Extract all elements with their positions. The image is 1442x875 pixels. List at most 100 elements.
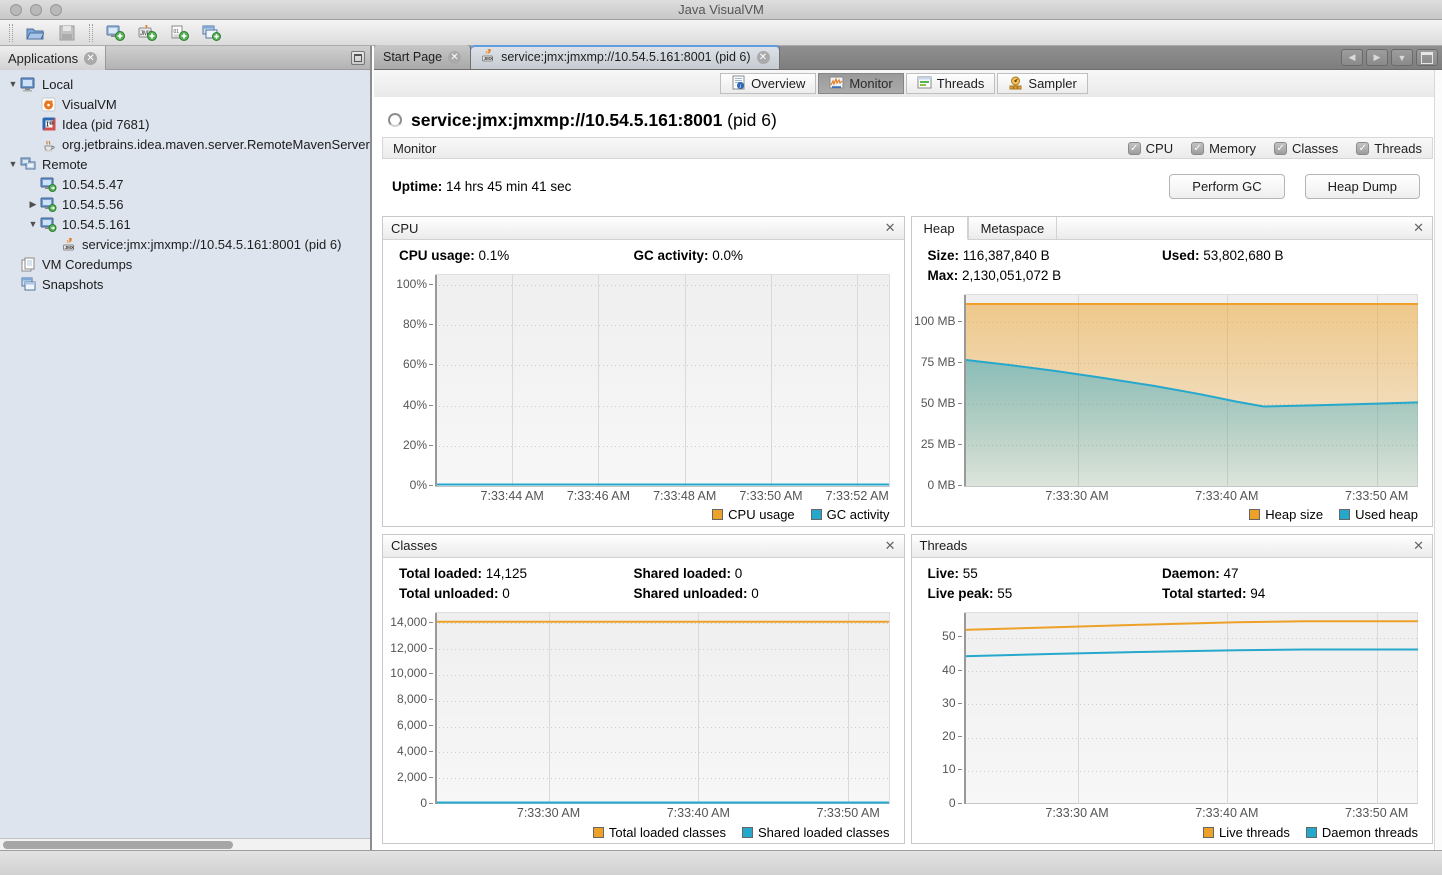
expander-icon[interactable]: ▶ — [26, 199, 40, 210]
applications-tab-label: Applications — [8, 50, 79, 66]
maximize-view-button[interactable] — [1416, 49, 1438, 66]
uptime-text: Uptime: 14 hrs 45 min 41 sec — [392, 179, 571, 194]
applications-tab[interactable]: Applications ✕ — [0, 46, 107, 70]
scroll-tabs-left-button[interactable]: ◀ — [1341, 49, 1363, 66]
checked-checkbox-icon: ✓ — [1356, 141, 1370, 155]
stat-value: Size: 116,387,840 B — [927, 248, 1050, 263]
document-tab-row: Start Page ✕ JMX service:jmx:jmxmp://10.… — [374, 45, 1442, 70]
tree-item[interactable]: Idea (pid 7681) — [0, 114, 370, 134]
x-axis-tick-label: 7:33:52 AM — [825, 488, 889, 503]
tree-item[interactable]: ▶ 10.54.5.56 — [0, 194, 370, 214]
tree-item-label: 10.54.5.161 — [62, 216, 131, 232]
y-axis-tick-label: 60% — [402, 357, 434, 372]
tree-item[interactable]: ▼ 10.54.5.161 — [0, 214, 370, 234]
save-snapshot-button[interactable] — [54, 22, 80, 44]
tree-item[interactable]: Snapshots — [0, 274, 370, 294]
load-snapshot-button[interactable] — [22, 22, 48, 44]
toolbar-grip — [9, 23, 13, 42]
threads-legend: Live threads Daemon threads — [912, 821, 1418, 843]
y-axis-tick-label: 80% — [402, 317, 434, 332]
checkbox-cpu[interactable]: ✓ CPU — [1127, 141, 1173, 156]
y-axis-tick-label: 50 — [942, 629, 963, 644]
main-toolbar: JMX 01 — [0, 20, 1442, 46]
subtab-threads[interactable]: Threads — [905, 73, 996, 94]
tree-item[interactable]: VM Coredumps — [0, 254, 370, 274]
tab-jmx-session[interactable]: JMX service:jmx:jmxmp://10.54.5.161:8001… — [471, 45, 780, 69]
uptime-label: Uptime: — [392, 178, 443, 194]
scrollbar-thumb[interactable] — [3, 841, 233, 849]
legend-swatch-icon — [1203, 826, 1215, 838]
close-icon[interactable]: ✕ — [885, 538, 896, 554]
cpu-panel: CPU ✕ CPU usage: 0.1% GC activity: 0.0% 1… — [382, 216, 905, 527]
tree-item[interactable]: ▼ Remote — [0, 154, 370, 174]
scroll-tabs-right-button[interactable]: ▶ — [1366, 49, 1388, 66]
tree-item[interactable]: org.jetbrains.idea.maven.server.RemoteMa… — [0, 134, 370, 154]
x-axis-tick-label: 7:33:50 AM — [1345, 488, 1409, 503]
y-axis-tick-label: 0% — [409, 478, 434, 492]
close-icon[interactable]: ✕ — [1413, 538, 1424, 554]
close-icon[interactable]: ✕ — [1413, 220, 1432, 236]
cpu-stats: CPU usage: 0.1% GC activity: 0.0% — [383, 240, 904, 272]
stat-value: Shared unloaded: 0 — [633, 585, 759, 601]
heap-dump-button[interactable]: Heap Dump — [1304, 173, 1420, 199]
y-axis-tick-label: 0 — [420, 795, 433, 810]
host-icon — [40, 216, 57, 232]
perform-gc-button[interactable]: Perform GC — [1169, 173, 1285, 199]
classes-panel-header: Classes ✕ — [383, 534, 904, 558]
tab-heap[interactable]: Heap — [911, 217, 968, 240]
tree-item-label: service:jmx:jmxmp://10.54.5.161:8001 (pi… — [82, 236, 342, 252]
content-vertical-scrollbar[interactable] — [1434, 70, 1442, 850]
close-icon[interactable]: ✕ — [84, 51, 98, 65]
tree-item[interactable]: ▼ Local — [0, 74, 370, 94]
x-axis-tick-label: 7:33:50 AM — [1345, 806, 1409, 820]
x-axis-tick-label: 7:33:40 AM — [1195, 806, 1259, 820]
expander-icon[interactable]: ▼ — [6, 159, 20, 169]
legend-swatch-icon — [712, 509, 724, 520]
checked-checkbox-icon: ✓ — [1127, 141, 1141, 155]
checkbox-label: Classes — [1292, 140, 1339, 156]
checkbox-threads[interactable]: ✓ Threads — [1356, 141, 1422, 156]
close-icon[interactable]: ✕ — [885, 220, 896, 236]
checkbox-classes[interactable]: ✓ Classes — [1274, 141, 1338, 156]
add-jmx-connection-button[interactable]: JMX — [134, 22, 160, 44]
checked-checkbox-icon: ✓ — [1274, 141, 1288, 155]
add-remote-host-button[interactable] — [102, 22, 128, 44]
legend-item: Total loaded classes — [592, 825, 726, 840]
page-title-address: service:jmx:jmxmp://10.54.5.161:8001 — [411, 109, 723, 130]
tab-metaspace[interactable]: Metaspace — [967, 216, 1058, 240]
sidebar-horizontal-scrollbar[interactable] — [0, 838, 370, 850]
minimize-sidebar-button[interactable] — [351, 51, 365, 65]
coredumps-icon — [20, 256, 37, 272]
tab-start-page[interactable]: Start Page ✕ — [374, 45, 472, 69]
subtab-overview[interactable]: i Overview — [720, 73, 817, 94]
tree-item[interactable]: 10.54.5.47 — [0, 174, 370, 194]
add-snapshot-button[interactable] — [198, 22, 224, 44]
threads-chart — [963, 611, 1418, 804]
stat-value: GC activity: 0.0% — [633, 248, 744, 263]
subtab-monitor[interactable]: Monitor — [818, 73, 904, 94]
overview-icon: i — [731, 75, 746, 93]
close-icon[interactable]: ✕ — [756, 50, 770, 64]
add-vm-coredump-button[interactable]: 01 — [166, 22, 192, 44]
page-title: service:jmx:jmxmp://10.54.5.161:8001 (pi… — [411, 110, 777, 131]
tree-item-label: 10.54.5.56 — [62, 196, 124, 212]
checkbox-memory[interactable]: ✓ Memory — [1191, 141, 1256, 156]
idea-icon — [40, 116, 57, 132]
y-axis-tick-label: 75 MB — [920, 355, 962, 370]
close-icon[interactable]: ✕ — [448, 50, 462, 64]
tree-item[interactable]: VisualVM — [0, 94, 370, 114]
svg-text:JMX: JMX — [484, 56, 493, 61]
y-axis-tick-label: 30 — [942, 695, 963, 710]
expander-icon[interactable]: ▼ — [26, 219, 40, 229]
visualvm-icon — [40, 96, 57, 112]
threads-stats: Live: 55 Daemon: 47 Live peak: 55 Total sta… — [912, 558, 1433, 610]
y-axis-tick-label: 25 MB — [920, 437, 962, 451]
tab-list-dropdown-button[interactable]: ▼ — [1391, 49, 1413, 66]
view-subtabs: i Overview Monitor Threads Sampler — [374, 70, 1434, 97]
tab-label: service:jmx:jmxmp://10.54.5.161:8001 (pi… — [501, 50, 751, 64]
session-status-spinner-icon — [388, 113, 402, 127]
expander-icon[interactable]: ▼ — [6, 79, 20, 89]
subtab-sampler[interactable]: Sampler — [997, 73, 1088, 94]
tree-item[interactable]: JMX service:jmx:jmxmp://10.54.5.161:8001 … — [0, 234, 370, 254]
x-axis-tick-label: 7:33:30 AM — [1045, 806, 1109, 820]
